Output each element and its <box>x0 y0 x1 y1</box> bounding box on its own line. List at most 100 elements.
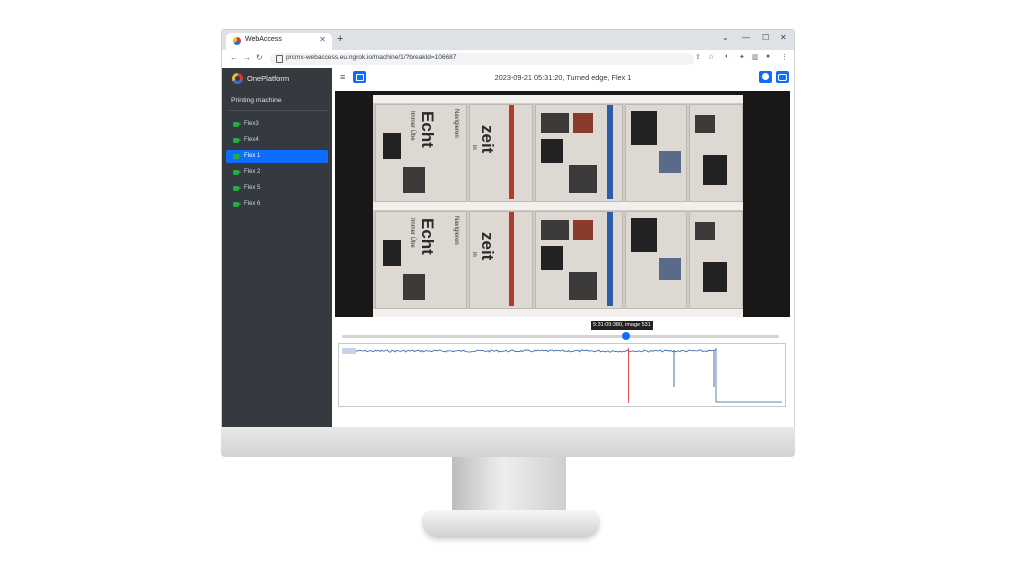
browser-tab[interactable]: WebAccess ✕ <box>226 33 332 50</box>
sidebar-item-label: Flex3 <box>244 121 259 127</box>
red-stripe <box>509 105 514 199</box>
photo <box>659 258 681 280</box>
red-stripe <box>509 212 514 306</box>
monitor-chin <box>221 427 795 457</box>
headline-zeit: zeit <box>478 232 497 261</box>
headline-zeit: zeit <box>478 125 497 154</box>
photo <box>541 220 569 240</box>
photo <box>573 113 593 133</box>
camera-icon <box>233 122 242 127</box>
headline-in: in <box>471 145 477 150</box>
chevron-down-icon[interactable]: ⌄ <box>722 33 729 42</box>
sidebar-item-flex-2[interactable]: Flex 2 <box>226 166 328 179</box>
sidebar-item-flex-6[interactable]: Flex 6 <box>226 198 328 211</box>
tab-title: WebAccess <box>245 36 282 43</box>
bookmark-star-icon[interactable]: ☆ <box>708 53 714 61</box>
photo <box>631 111 657 145</box>
photo <box>403 167 425 193</box>
signal-plot[interactable] <box>338 343 786 407</box>
main-content: ≡ 2023-09-21 05:31:20, Turned edge, Flex… <box>332 68 794 428</box>
sidepanel-icon[interactable]: ▥ <box>752 53 759 61</box>
photo <box>403 274 425 300</box>
sidebar-item-flex4[interactable]: Flex4 <box>226 134 328 147</box>
photo <box>703 262 727 292</box>
photo <box>383 240 401 266</box>
monitor-screen: WebAccess ✕ + ⌄ — ☐ ✕ ← → ↻ prcmx-webacc… <box>221 29 795 429</box>
sidebar-item-flex3[interactable]: Flex3 <box>226 118 328 131</box>
info-button[interactable] <box>759 71 772 83</box>
close-window-icon[interactable]: ✕ <box>780 33 787 42</box>
monitor-stand-neck <box>452 457 566 512</box>
new-tab-icon[interactable]: + <box>337 33 343 45</box>
headline-in: in <box>471 252 477 257</box>
puzzle-icon[interactable]: ✦ <box>739 53 745 61</box>
timeline-slider-thumb[interactable] <box>622 332 631 340</box>
sidebar-item-label: Flex4 <box>244 137 259 143</box>
sidebar-item-flex-1[interactable]: Flex 1 <box>226 150 328 163</box>
photo <box>541 113 569 133</box>
info-icon <box>762 73 769 80</box>
headline-echt: Echt <box>418 218 437 255</box>
camera-icon <box>233 138 242 143</box>
monitor-stand-base <box>422 510 600 538</box>
blue-stripe <box>607 212 613 306</box>
top-bar: ≡ 2023-09-21 05:31:20, Turned edge, Flex… <box>332 68 794 88</box>
page-title: 2023-09-21 05:31:20, Turned edge, Flex 1 <box>494 73 632 82</box>
url-field[interactable]: prcmx-webaccess.eu.ngrok.io/machine/1/?b… <box>270 53 694 65</box>
photo <box>541 246 563 270</box>
photo <box>695 222 715 240</box>
sidebar-item-flex-5[interactable]: Flex 5 <box>226 182 328 195</box>
headline-immer: Immer Übe <box>409 111 415 141</box>
plot-frame <box>338 343 786 407</box>
comments-button[interactable] <box>776 71 789 83</box>
timeline-slider[interactable] <box>342 335 779 338</box>
printed-web: Echt Immer Übe Navigieren zeit in Echt I… <box>373 95 743 317</box>
favicon-icon <box>233 37 241 45</box>
photo <box>541 139 563 163</box>
url-text: prcmx-webaccess.eu.ngrok.io/machine/1/?b… <box>286 54 457 61</box>
profile-icon[interactable]: ● <box>766 53 770 60</box>
headline-navigieren: Navigieren <box>453 216 459 245</box>
headline-echt: Echt <box>418 111 437 148</box>
sidebar-divider <box>228 110 328 111</box>
back-icon[interactable]: ← <box>230 53 238 62</box>
headline-immer: Immer Übe <box>409 218 415 248</box>
photo <box>383 133 401 159</box>
minimize-icon[interactable]: — <box>742 33 750 42</box>
web-band <box>373 309 743 317</box>
photo <box>573 220 593 240</box>
timeline-tooltip: 5:31:09:380, image 531 <box>591 321 653 330</box>
oneplatform-logo-icon <box>232 73 243 84</box>
photo <box>659 151 681 173</box>
camera-icon <box>233 154 242 159</box>
signal-label-box <box>342 348 356 354</box>
chat-icon <box>778 74 787 81</box>
web-band <box>373 95 743 103</box>
web-band <box>373 202 743 210</box>
blue-stripe <box>607 105 613 199</box>
extension-icon[interactable]: ◐ <box>725 53 729 60</box>
lock-icon <box>276 55 283 63</box>
headline-navigieren: Navigieren <box>453 109 459 138</box>
photo <box>569 272 597 300</box>
section-title: Printing machine <box>231 97 282 104</box>
share-icon[interactable]: ⇪ <box>695 53 701 61</box>
close-tab-icon[interactable]: ✕ <box>319 35 326 44</box>
browser-tab-strip: WebAccess ✕ + ⌄ — ☐ ✕ <box>222 30 794 50</box>
brand-name: OnePlatform <box>247 74 290 83</box>
sidebar: OnePlatform Printing machine Flex3 Flex4… <box>222 68 332 428</box>
menu-dots-icon[interactable]: ⋮ <box>781 53 788 61</box>
reload-icon[interactable]: ↻ <box>256 53 263 62</box>
camera-icon <box>233 170 242 175</box>
sidebar-item-label: Flex 6 <box>244 201 261 207</box>
photo <box>631 218 657 252</box>
photo <box>569 165 597 193</box>
camera-image: Echt Immer Übe Navigieren zeit in Echt I… <box>335 91 790 317</box>
maximize-icon[interactable]: ☐ <box>762 33 769 42</box>
sidebar-item-label: Flex 2 <box>244 169 261 175</box>
sidebar-item-label: Flex 1 <box>244 153 261 159</box>
camera-icon <box>233 186 242 191</box>
photo <box>703 155 727 185</box>
forward-icon[interactable]: → <box>243 53 251 62</box>
photo <box>695 115 715 133</box>
